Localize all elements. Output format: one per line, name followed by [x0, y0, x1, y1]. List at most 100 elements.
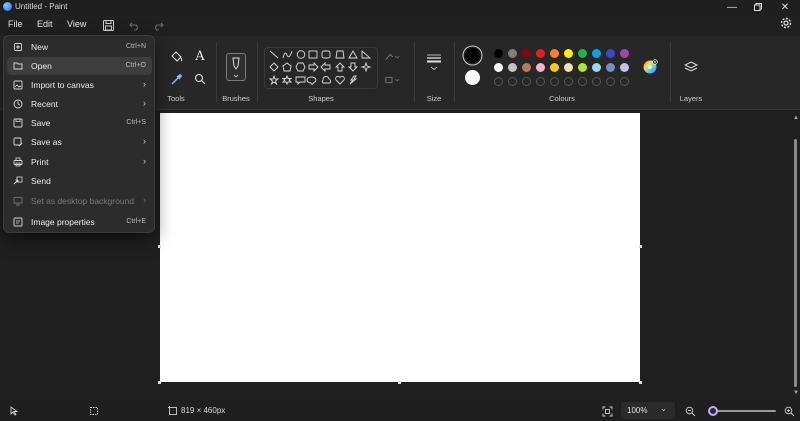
file-menu-shortcut: Ctrl+O	[125, 62, 146, 69]
vertical-scrollbar[interactable]: ▲ ▼	[792, 113, 799, 399]
save-icon[interactable]	[101, 18, 115, 32]
undo-icon[interactable]	[127, 18, 141, 32]
settings-gear-icon[interactable]	[780, 17, 794, 31]
file-menu-image-properties[interactable]: Image properties Ctrl+E	[7, 213, 152, 231]
colour-swatch[interactable]	[508, 49, 517, 58]
colour-swatch[interactable]	[564, 63, 573, 72]
resize-handle-right[interactable]	[639, 245, 642, 248]
colour-swatch[interactable]	[606, 49, 615, 58]
scroll-down-arrow-icon[interactable]: ▼	[793, 390, 799, 396]
menu-edit[interactable]: Edit	[37, 19, 53, 29]
colour-swatch[interactable]	[536, 49, 545, 58]
close-button[interactable]: ✕	[773, 0, 797, 14]
resize-handle-bottom-left[interactable]	[158, 381, 161, 384]
file-menu-label: Set as desktop background	[31, 196, 135, 206]
custom-colour-slot[interactable]	[550, 77, 559, 86]
file-menu-open[interactable]: Open Ctrl+O	[7, 57, 152, 75]
resize-handle-left[interactable]	[158, 245, 161, 248]
colour-swatch[interactable]	[620, 63, 629, 72]
colour-swatch[interactable]	[578, 49, 587, 58]
zoom-out-icon[interactable]	[682, 403, 698, 419]
secondary-colour-swatch[interactable]	[465, 70, 480, 85]
menu-file[interactable]: File	[8, 19, 23, 29]
shape-fill-icon[interactable]	[384, 72, 400, 88]
custom-colour-slot[interactable]	[564, 77, 573, 86]
colour-swatch[interactable]	[578, 63, 587, 72]
file-menu-print[interactable]: Print ›	[7, 153, 152, 171]
colour-swatch[interactable]	[564, 49, 573, 58]
zoom-slider-track[interactable]	[708, 410, 776, 412]
colour-swatch[interactable]	[522, 49, 531, 58]
menu-view[interactable]: View	[67, 19, 86, 29]
resize-handle-bottom[interactable]	[398, 381, 401, 384]
minimize-button[interactable]: —	[720, 0, 744, 14]
brush-selector[interactable]	[226, 53, 246, 81]
scroll-up-arrow-icon[interactable]: ▲	[793, 115, 799, 121]
file-menu-set-desktop-background[interactable]: Set as desktop background ›	[7, 192, 152, 210]
colour-swatch[interactable]	[536, 63, 545, 72]
divider	[454, 42, 455, 102]
hexagon-shape	[295, 62, 306, 72]
redo-icon[interactable]	[151, 18, 165, 32]
rounded-rectangle-shape	[321, 50, 331, 59]
resize-handle-bottom-right[interactable]	[639, 381, 642, 384]
zoom-value: 100%	[627, 406, 648, 415]
pentagon-shape	[282, 62, 292, 72]
six-point-star-shape	[281, 74, 293, 86]
colour-swatch[interactable]	[522, 63, 531, 72]
magnifier-icon[interactable]	[192, 71, 208, 87]
file-menu-shortcut: Ctrl+S	[126, 119, 146, 126]
stroke-size-icon[interactable]	[426, 54, 442, 71]
zoom-in-icon[interactable]	[781, 403, 797, 419]
colour-swatch[interactable]	[508, 63, 517, 72]
lightning-shape	[349, 75, 358, 85]
custom-colour-slot[interactable]	[578, 77, 587, 86]
five-point-star-shape	[268, 74, 280, 86]
text-tool-icon[interactable]: A	[192, 48, 208, 64]
colour-swatch[interactable]	[550, 63, 559, 72]
layers-group-label: Layers	[679, 94, 703, 103]
zoom-dropdown[interactable]: 100% ⌄	[621, 402, 675, 419]
restore-icon	[754, 3, 762, 11]
file-menu-new[interactable]: New Ctrl+N	[7, 38, 152, 56]
four-point-star-shape	[360, 61, 372, 73]
restore-button[interactable]	[746, 0, 770, 14]
folder-open-icon	[12, 60, 24, 72]
file-menu-recent[interactable]: Recent ›	[7, 95, 152, 113]
colour-swatch[interactable]	[620, 49, 629, 58]
drawing-canvas[interactable]	[160, 113, 640, 382]
custom-colour-slot[interactable]	[620, 77, 629, 86]
colour-swatch[interactable]	[494, 63, 503, 72]
custom-colour-slot[interactable]	[606, 77, 615, 86]
primary-colour-swatch[interactable]	[465, 48, 480, 63]
colour-swatch[interactable]	[592, 63, 601, 72]
curve-shape	[282, 50, 293, 59]
fit-to-window-icon[interactable]	[599, 403, 615, 419]
custom-colour-slot[interactable]	[592, 77, 601, 86]
custom-colour-slot[interactable]	[494, 77, 503, 86]
oval-shape	[296, 50, 306, 59]
colour-swatch[interactable]	[606, 63, 615, 72]
shape-outline-icon[interactable]	[384, 49, 400, 65]
chevron-right-icon: ›	[143, 79, 146, 89]
custom-colour-slot[interactable]	[536, 77, 545, 86]
file-menu-save[interactable]: Save Ctrl+S	[7, 114, 152, 132]
file-menu-label: Send	[31, 176, 51, 186]
custom-colour-slot[interactable]	[508, 77, 517, 86]
fill-bucket-icon[interactable]	[168, 48, 184, 64]
scrollbar-thumb[interactable]	[794, 139, 797, 387]
colours-group-label: Colours	[549, 94, 575, 103]
file-menu-send[interactable]: Send	[7, 172, 152, 190]
zoom-slider-thumb[interactable]	[708, 406, 718, 416]
custom-colour-slot[interactable]	[522, 77, 531, 86]
canvas-size-icon	[165, 403, 181, 419]
file-menu-save-as[interactable]: Save as ›	[7, 133, 152, 151]
layers-icon[interactable]	[683, 59, 699, 75]
file-menu-import-to-canvas[interactable]: Import to canvas ›	[7, 76, 152, 94]
edit-colours-icon[interactable]	[642, 59, 658, 75]
colour-swatch[interactable]	[550, 49, 559, 58]
file-menu-label: Import to canvas	[31, 80, 94, 90]
colour-swatch[interactable]	[592, 49, 601, 58]
colour-swatch[interactable]	[494, 49, 503, 58]
colour-picker-icon[interactable]	[168, 71, 184, 87]
